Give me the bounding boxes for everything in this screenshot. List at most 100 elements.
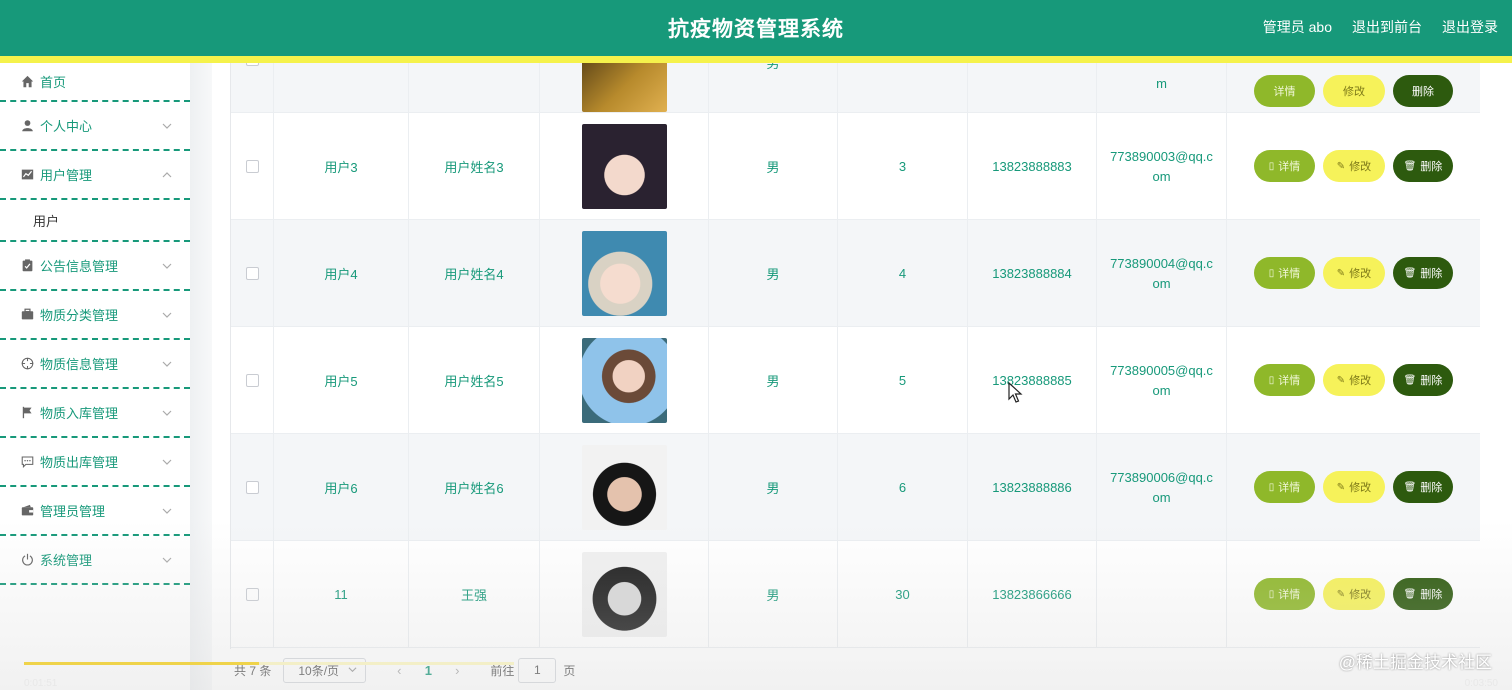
cell-phone: 13823888883 bbox=[968, 113, 1097, 219]
video-total-time: 0:03:50 bbox=[1464, 678, 1498, 689]
edit-button[interactable]: ✎ 修改 bbox=[1323, 578, 1385, 610]
sidebar-item-stock-in[interactable]: 物质入库管理 bbox=[0, 389, 190, 438]
detail-button[interactable]: ▯ 详情 bbox=[1254, 150, 1315, 182]
sidebar-item-user-management[interactable]: 用户管理 bbox=[0, 151, 190, 200]
user-avatar bbox=[581, 444, 667, 530]
chevron-down-icon bbox=[348, 663, 357, 677]
chevron-down-icon bbox=[162, 408, 172, 418]
sidebar: 首页 个人中心 用户管理 用户 公告信息管理 物质分类管理 物质信息管理 物质入… bbox=[0, 63, 190, 690]
delete-button[interactable]: 🗑 删除 bbox=[1393, 364, 1453, 396]
sidebar-item-label: 首页 bbox=[40, 75, 67, 90]
cell-sex: 男 bbox=[709, 541, 838, 647]
row-checkbox[interactable] bbox=[245, 373, 259, 387]
logout-link[interactable]: 退出登录 bbox=[1442, 17, 1498, 37]
document-icon: ▯ bbox=[1268, 481, 1275, 493]
back-to-frontend-link[interactable]: 退出到前台 bbox=[1352, 17, 1422, 37]
user-avatar bbox=[581, 230, 667, 316]
sidebar-subitem-user[interactable]: 用户 bbox=[0, 200, 190, 242]
chart-icon bbox=[20, 168, 34, 182]
chevron-down-icon bbox=[162, 121, 172, 131]
trash-icon: 🗑 bbox=[1403, 374, 1417, 386]
detail-button[interactable]: 详情 bbox=[1254, 75, 1315, 107]
chevron-down-icon bbox=[162, 310, 172, 320]
sidebar-item-material-info[interactable]: 物质信息管理 bbox=[0, 340, 190, 389]
sidebar-item-label: 公告信息管理 bbox=[40, 259, 119, 274]
goto-page-input[interactable]: 1 bbox=[518, 657, 557, 683]
sidebar-item-label: 物质信息管理 bbox=[40, 357, 119, 372]
trash-icon: 🗑 bbox=[1403, 267, 1417, 279]
video-current-time: 0:01:51 bbox=[24, 678, 58, 689]
cell-phone: 13823888886 bbox=[968, 434, 1097, 540]
delete-button[interactable]: 🗑 删除 bbox=[1393, 257, 1453, 289]
cell-name: 用户姓名4 bbox=[409, 220, 540, 326]
cell-username: 用户6 bbox=[274, 434, 409, 540]
cell-username: 用户4 bbox=[274, 220, 409, 326]
row-checkbox[interactable] bbox=[245, 266, 259, 280]
sidebar-item-label: 管理员管理 bbox=[40, 504, 106, 519]
detail-button[interactable]: ▯ 详情 bbox=[1254, 471, 1315, 503]
sidebar-item-personal-center[interactable]: 个人中心 bbox=[0, 102, 190, 151]
sidebar-item-stock-out[interactable]: 物质出库管理 bbox=[0, 438, 190, 487]
delete-button[interactable]: 删除 bbox=[1393, 75, 1453, 107]
sidebar-item-label: 个人中心 bbox=[40, 119, 93, 134]
detail-button[interactable]: ▯ 详情 bbox=[1254, 578, 1315, 610]
page-unit-label: 页 bbox=[563, 663, 576, 678]
cell-age: 30 bbox=[838, 541, 968, 647]
trash-icon: 🗑 bbox=[1403, 481, 1417, 493]
row-checkbox[interactable] bbox=[245, 480, 259, 494]
cell-phone: 13823888885 bbox=[968, 327, 1097, 433]
cell-sex: 男 bbox=[709, 113, 838, 219]
flag-icon bbox=[20, 406, 34, 420]
cell-age: 5 bbox=[838, 327, 968, 433]
sidebar-shadow bbox=[190, 63, 212, 690]
chevron-down-icon bbox=[162, 506, 172, 516]
row-checkbox[interactable] bbox=[245, 587, 259, 601]
pagination: 共 7 条 10条/页 ‹ 1 › 前往 1 页 bbox=[234, 657, 575, 683]
chat-icon bbox=[20, 455, 34, 469]
home-icon bbox=[20, 75, 34, 89]
delete-button[interactable]: 🗑 删除 bbox=[1393, 578, 1453, 610]
edit-button[interactable]: ✎ 修改 bbox=[1323, 364, 1385, 396]
table-row: 男 m 详情 修改 删除 bbox=[231, 63, 1480, 113]
cell-age: 3 bbox=[838, 113, 968, 219]
cell-sex: 男 bbox=[709, 220, 838, 326]
briefcase-icon bbox=[20, 308, 34, 322]
edit-button[interactable]: ✎ 修改 bbox=[1323, 257, 1385, 289]
watermark: @稀土掘金技术社区 bbox=[1338, 653, 1492, 672]
sidebar-item-category-management[interactable]: 物质分类管理 bbox=[0, 291, 190, 340]
row-checkbox[interactable] bbox=[245, 63, 259, 66]
sidebar-item-admin-management[interactable]: 管理员管理 bbox=[0, 487, 190, 536]
row-checkbox[interactable] bbox=[245, 159, 259, 173]
user-avatar bbox=[581, 123, 667, 209]
sidebar-item-label: 用户管理 bbox=[40, 168, 93, 183]
edit-button[interactable]: 修改 bbox=[1323, 75, 1385, 107]
document-icon: ▯ bbox=[1268, 374, 1275, 386]
header-links: 管理员 abo 退出到前台 退出登录 bbox=[1263, 17, 1498, 37]
trash-icon: 🗑 bbox=[1403, 160, 1417, 172]
edit-button[interactable]: ✎ 修改 bbox=[1323, 150, 1385, 182]
cell-name: 用户姓名5 bbox=[409, 327, 540, 433]
user-avatar bbox=[581, 63, 667, 112]
delete-button[interactable]: 🗑 删除 bbox=[1393, 150, 1453, 182]
trash-icon: 🗑 bbox=[1403, 588, 1417, 600]
document-icon: ▯ bbox=[1268, 160, 1275, 172]
sidebar-item-system-management[interactable]: 系统管理 bbox=[0, 536, 190, 585]
sidebar-item-label: 物质分类管理 bbox=[40, 308, 119, 323]
cell-age: 6 bbox=[838, 434, 968, 540]
sidebar-item-label: 物质入库管理 bbox=[40, 406, 119, 421]
detail-button[interactable]: ▯ 详情 bbox=[1254, 257, 1315, 289]
cell-username: 11 bbox=[274, 541, 409, 647]
admin-username[interactable]: 管理员 abo bbox=[1263, 17, 1332, 37]
delete-button[interactable]: 🗑 删除 bbox=[1393, 471, 1453, 503]
video-progress-bar[interactable] bbox=[24, 662, 514, 665]
sidebar-item-notice-management[interactable]: 公告信息管理 bbox=[0, 242, 190, 291]
chevron-up-icon bbox=[162, 170, 172, 180]
detail-button[interactable]: ▯ 详情 bbox=[1254, 364, 1315, 396]
table-row: 用户4 用户姓名4 男 4 13823888884 773890004@qq.c… bbox=[231, 220, 1480, 327]
chevron-down-icon bbox=[162, 261, 172, 271]
table-row: 用户6 用户姓名6 男 6 13823888886 773890006@qq.c… bbox=[231, 434, 1480, 541]
cell-name: 王强 bbox=[409, 541, 540, 647]
sidebar-item-home[interactable]: 首页 bbox=[0, 63, 190, 102]
edit-button[interactable]: ✎ 修改 bbox=[1323, 471, 1385, 503]
chevron-down-icon bbox=[162, 457, 172, 467]
